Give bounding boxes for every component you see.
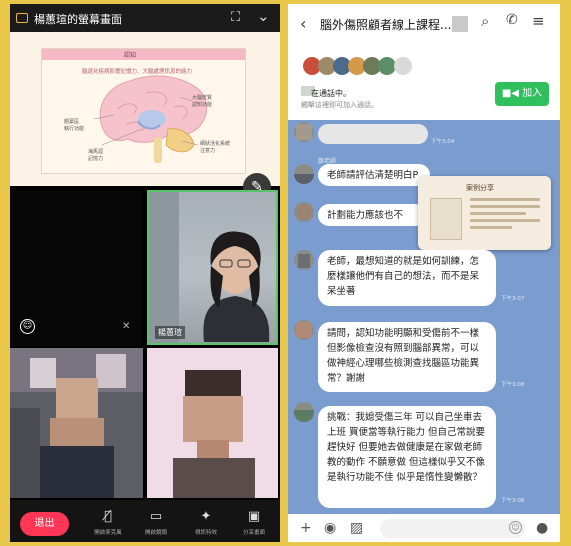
share-title-bar: 楊蕙瑄的螢幕畫面 ⛶ ⌄ <box>10 4 280 32</box>
message-bubble[interactable]: 老師請評估清楚明白P <box>318 164 430 186</box>
fullscreen-icon[interactable]: ⛶ <box>231 10 240 25</box>
label-cortex: 大腦皮質 認知功能 <box>192 95 213 108</box>
phone-icon[interactable]: ✆ <box>506 12 518 28</box>
speaker-video <box>149 192 270 343</box>
leave-button[interactable]: 退出 <box>20 512 69 536</box>
message-time: 下午3:07 <box>501 296 525 302</box>
chat-title: 腦外傷照顧者線上課程...( <box>320 18 457 32</box>
call-toolbar: 退出 🎙̸ 開啟麥克風 ▭ 開啟鏡頭 ✦ 視訊特效 ▣ 分享畫面 <box>10 500 280 542</box>
image-icon[interactable]: ▨ <box>350 520 363 536</box>
message-bubble[interactable]: 計劃能力應該也不 <box>318 204 426 226</box>
participant-tile-3[interactable] <box>10 348 143 498</box>
speaker-name: 楊蕙瑄 <box>155 326 185 339</box>
back-arrow-icon[interactable]: ‹ <box>300 14 306 33</box>
menu-icon[interactable]: ≡ <box>532 12 545 30</box>
avatar[interactable] <box>294 164 314 184</box>
mic-off-icon: 🎙̸ <box>104 509 112 524</box>
share-screen-button[interactable]: ▣ 分享畫面 <box>232 509 276 536</box>
camera-icon[interactable]: ◉ <box>324 520 336 536</box>
chat-header: ‹ 腦外傷照顧者線上課程...( ⌕ ✆ ≡ 在通話中。 觸擊這裡即可加入通話。… <box>288 4 560 120</box>
video-effects-button[interactable]: ✦ 視訊特效 <box>184 509 228 536</box>
case-share-card[interactable]: 案例分享 <box>418 176 551 250</box>
camera-toggle-button[interactable]: ▭ 開啟鏡頭 <box>134 509 178 536</box>
message-bubble[interactable]: 老師，最想知道的就是如何訓練，怎麼樣讓他們有自己的想法，而不是呆呆坐著 <box>318 250 496 306</box>
brain-illustration <box>93 75 208 163</box>
participant-tile-4[interactable] <box>147 348 278 498</box>
participant-tile-speaker[interactable]: 楊蕙瑄 <box>147 190 278 345</box>
mic-icon[interactable]: ● <box>536 520 548 536</box>
avatar[interactable] <box>394 57 412 75</box>
label-limbic: 網狀活化系統 注意力 <box>200 141 231 154</box>
line-chat-screen: ‹ 腦外傷照顧者線上課程...( ⌕ ✆ ≡ 在通話中。 觸擊這裡即可加入通話。… <box>288 4 560 542</box>
message-time: 下午3:08 <box>501 382 525 388</box>
avatar[interactable] <box>294 402 314 422</box>
join-call-button[interactable]: ■◀ 加入 <box>495 82 549 106</box>
message-bubble[interactable]: 請問，認知功能明顯和受傷前不一樣但影像檢查沒有照到腦部異常，可以做神經心理哪些檢… <box>318 322 496 392</box>
call-status: 在通話中。 <box>311 89 351 98</box>
avatar[interactable] <box>294 122 314 142</box>
call-subtext: 觸擊這裡即可加入通話。 <box>301 101 378 109</box>
avatar[interactable] <box>294 320 314 340</box>
video-icon: ■◀ <box>501 88 519 99</box>
message-input[interactable] <box>380 519 525 538</box>
effects-icon: ✦ <box>200 509 212 524</box>
message-time: 下午3:04 <box>431 139 455 145</box>
label-hippocampus: 海馬迴 記憶力 <box>88 149 104 162</box>
share-title: 楊蕙瑄的螢幕畫面 <box>34 13 122 26</box>
mic-toggle-button[interactable]: 🎙̸ 開啟麥克風 <box>86 509 130 536</box>
message-bubble[interactable] <box>318 124 428 144</box>
blurred-count <box>452 16 468 32</box>
plus-icon[interactable]: + <box>300 520 312 536</box>
avatar[interactable] <box>294 202 314 222</box>
mic-muted-icon: ✕ <box>122 321 131 332</box>
participant-tile-blank[interactable]: ☺ ✕ <box>10 190 143 346</box>
label-frontal: 額葉區 執行功能 <box>64 119 85 132</box>
screen-share-icon: ▣ <box>247 509 261 524</box>
presentation-slide: 認知 腦退化疾病影響記憶力、大腦處理訊息的能力 額葉區 執行功能 大腦皮質 認知功能… <box>41 48 246 174</box>
message-time: 下午3:08 <box>501 498 525 504</box>
message-bubble[interactable]: 挑戰：我媳受傷三年 可以自己坐車去上班 買便當等執行能力 但自己常說要趕快好 但… <box>318 406 496 508</box>
screen-share-icon <box>16 13 28 23</box>
chevron-down-icon[interactable]: ⌄ <box>257 7 270 25</box>
camera-off-icon: ▭ <box>149 509 163 524</box>
card-image <box>430 198 462 240</box>
search-icon[interactable]: ⌕ <box>481 12 489 30</box>
shared-screen: 認知 腦退化疾病影響記憶力、大腦處理訊息的能力 額葉區 執行功能 大腦皮質 認知功能… <box>10 32 280 201</box>
chat-input-bar: + ◉ ▨ ☺ ● <box>288 514 560 542</box>
video-call-screen: 楊蕙瑄的螢幕畫面 ⛶ ⌄ 認知 腦退化疾病影響記憶力、大腦處理訊息的能力 額葉區… <box>10 4 280 542</box>
card-title: 案例分享 <box>466 184 494 192</box>
emoji-icon[interactable]: ☺ <box>509 521 522 534</box>
avatar[interactable] <box>294 250 314 270</box>
reaction-icon[interactable]: ☺ <box>20 319 35 334</box>
